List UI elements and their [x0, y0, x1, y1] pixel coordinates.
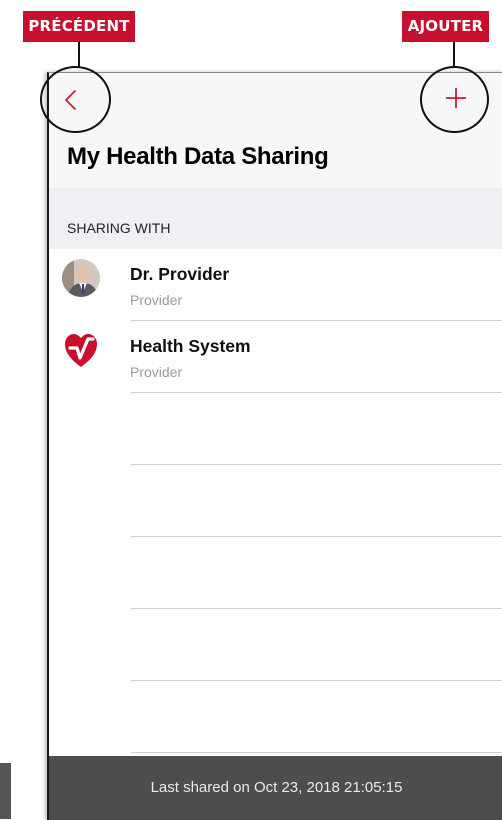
empty-row-divider [131, 680, 502, 681]
page-title: My Health Data Sharing [67, 143, 329, 170]
empty-row-divider [131, 752, 502, 753]
list-item[interactable]: Dr. Provider Provider [49, 249, 502, 321]
add-button[interactable] [441, 83, 471, 113]
empty-row-divider [131, 464, 502, 465]
back-callout-leader [78, 42, 80, 68]
avatar [62, 259, 100, 297]
plus-icon [446, 88, 466, 108]
row-name: Health System [130, 336, 251, 356]
chevron-left-icon [65, 90, 76, 110]
back-button[interactable] [63, 85, 87, 115]
adjacent-device-fragment [0, 763, 11, 819]
back-callout-tag: PRÉCÉDENT [23, 11, 135, 42]
heart-logo-icon [65, 334, 97, 367]
health-system-logo [62, 331, 100, 369]
row-divider [131, 392, 502, 393]
row-role: Provider [130, 364, 183, 380]
add-callout-tag: AJOUTER [402, 11, 489, 42]
list-item[interactable]: Health System Provider [49, 321, 502, 393]
add-callout-leader [453, 42, 455, 68]
phone-screen: My Health Data Sharing SHARING WITH Dr. … [47, 72, 502, 820]
person-photo-icon [62, 259, 100, 297]
last-shared-footer: Last shared on Oct 23, 2018 21:05:15 [49, 756, 502, 820]
empty-row-divider [131, 536, 502, 537]
empty-row-divider [131, 608, 502, 609]
row-name: Dr. Provider [130, 264, 230, 284]
nav-header: My Health Data Sharing [49, 73, 502, 188]
section-header [49, 188, 502, 249]
section-label: SHARING WITH [67, 220, 171, 236]
row-role: Provider [130, 292, 183, 308]
